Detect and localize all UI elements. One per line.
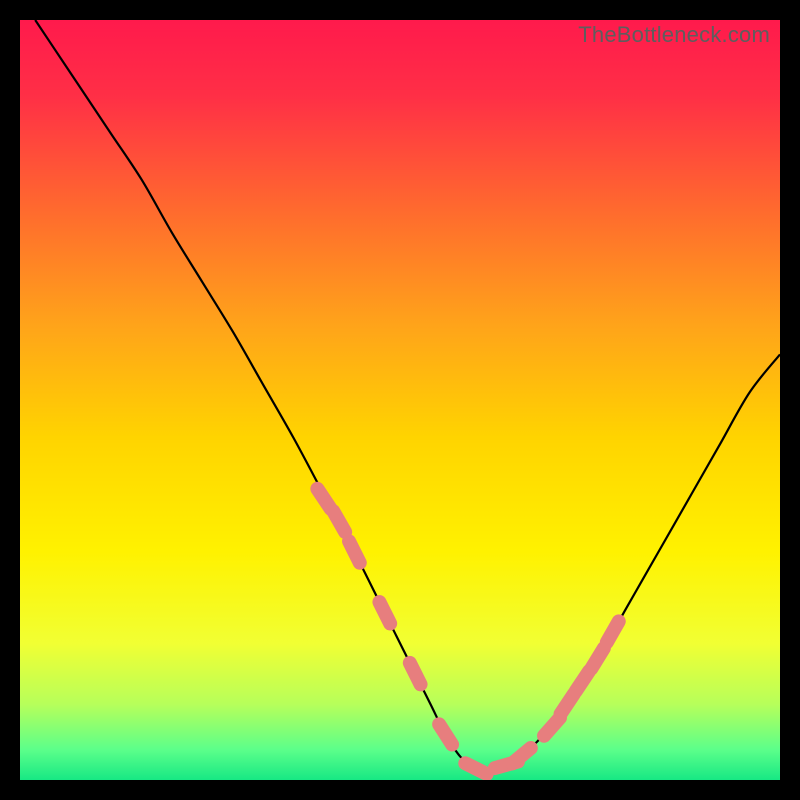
marker-capsule: [349, 541, 360, 562]
chart-frame: TheBottleneck.com: [20, 20, 780, 780]
marker-capsule: [410, 663, 421, 684]
marker-capsule: [379, 602, 390, 623]
watermark-text: TheBottleneck.com: [578, 22, 770, 48]
bottleneck-chart: [20, 20, 780, 780]
marker-capsule: [465, 763, 486, 774]
plot-background: [20, 20, 780, 780]
